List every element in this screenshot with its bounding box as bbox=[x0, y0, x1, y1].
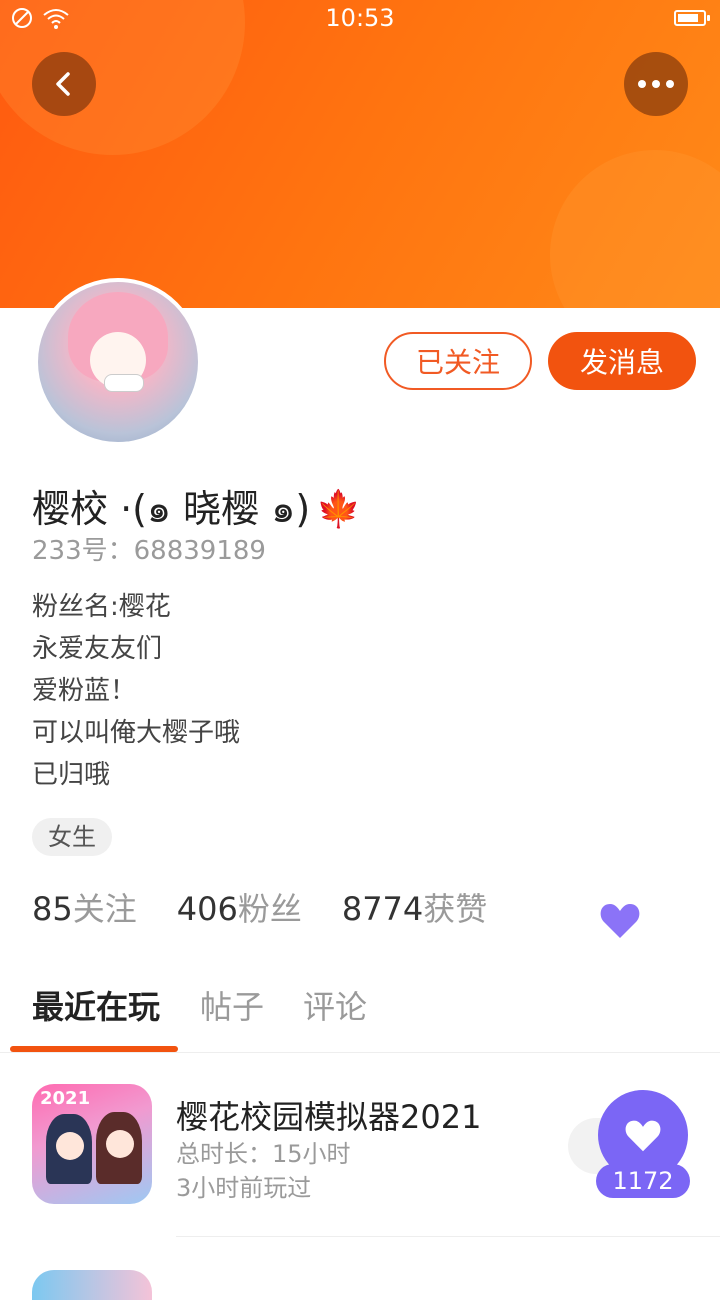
back-arrow-icon bbox=[56, 72, 70, 96]
status-time: 10:53 bbox=[325, 4, 395, 32]
stat-value: 406 bbox=[176, 890, 238, 928]
stat-value: 8774 bbox=[341, 890, 424, 928]
profile-header-background bbox=[0, 0, 720, 308]
tab-recently-played[interactable]: 最近在玩 bbox=[32, 982, 160, 1028]
bio-line: 爱粉蓝！ bbox=[32, 676, 137, 706]
heart-icon bbox=[600, 904, 640, 938]
stat-fans[interactable]: 406粉丝 bbox=[177, 884, 302, 930]
game-last-played: 3小时前玩过 bbox=[176, 1174, 312, 1202]
stat-value: 85 bbox=[32, 890, 73, 928]
divider bbox=[176, 1236, 720, 1237]
game-icon: 2021 bbox=[32, 1084, 152, 1204]
stat-likes[interactable]: 8774获赞 bbox=[342, 884, 487, 930]
avatar-image bbox=[38, 282, 198, 442]
more-button[interactable] bbox=[624, 52, 688, 116]
stat-label: 关注 bbox=[72, 890, 137, 928]
profile-stats: 85关注 406粉丝 8774获赞 bbox=[32, 884, 487, 930]
back-button[interactable] bbox=[32, 52, 96, 116]
following-button[interactable]: 已关注 bbox=[384, 332, 532, 390]
battery-icon bbox=[674, 10, 710, 26]
maple-leaf-icon: 🍁 bbox=[316, 488, 362, 530]
bio: 粉丝名:樱花 永爱友友们 爱粉蓝！ 可以叫俺大樱子哦 已归哦 bbox=[32, 586, 240, 796]
stat-label: 粉丝 bbox=[237, 890, 302, 928]
divider bbox=[0, 1052, 720, 1053]
game-icon-text: 2021 bbox=[40, 1088, 91, 1109]
send-message-button[interactable]: 发消息 bbox=[548, 332, 696, 390]
stat-label: 获赞 bbox=[423, 890, 488, 928]
tab-comments[interactable]: 评论 bbox=[303, 982, 367, 1028]
stat-following[interactable]: 85关注 bbox=[32, 884, 137, 930]
game-duration: 总时长：15小时 bbox=[176, 1140, 351, 1168]
bio-line: 已归哦 bbox=[32, 760, 111, 790]
user-id: 233号：68839189 bbox=[32, 536, 266, 566]
tab-posts[interactable]: 帖子 bbox=[200, 982, 264, 1028]
heart-icon bbox=[625, 1120, 661, 1152]
bio-line: 永爱友友们 bbox=[32, 634, 163, 664]
profile-tabs: 最近在玩 帖子 评论 bbox=[0, 972, 720, 1052]
status-bar: 10:53 bbox=[0, 0, 720, 36]
game-icon bbox=[32, 1270, 152, 1300]
avatar[interactable] bbox=[34, 278, 202, 446]
gender-badge: 女生 bbox=[32, 818, 112, 856]
more-dots-icon bbox=[638, 80, 674, 88]
bio-line: 可以叫俺大樱子哦 bbox=[32, 718, 241, 748]
like-count: 1172 bbox=[596, 1164, 690, 1198]
bio-line: 粉丝名:樱花 bbox=[32, 592, 171, 622]
header-decoration bbox=[550, 150, 720, 308]
game-title: 樱花校园模拟器2021 bbox=[176, 1098, 482, 1136]
